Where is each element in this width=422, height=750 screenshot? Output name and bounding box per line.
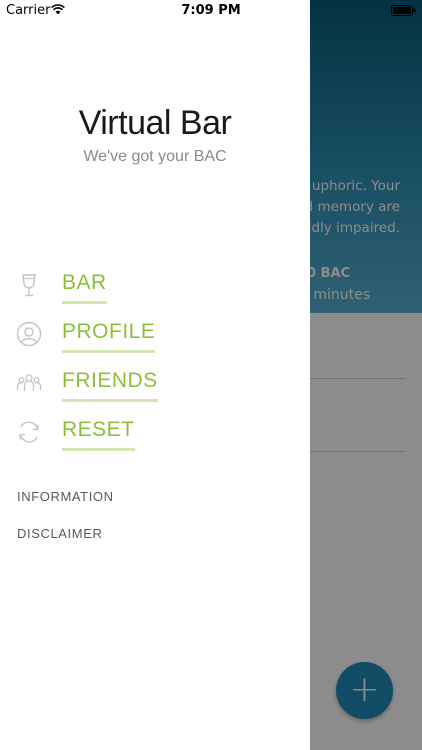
refresh-icon bbox=[19, 421, 39, 443]
status-bar: Carrier 7:09 PM bbox=[0, 0, 422, 22]
app-title: Virtual Bar bbox=[78, 104, 232, 142]
menu-label: PROFILE bbox=[62, 319, 156, 353]
navigation-drawer: Virtual Bar We've got your BAC BAR PROFI… bbox=[0, 0, 310, 750]
wine-glass-icon bbox=[22, 274, 36, 297]
battery-icon bbox=[391, 5, 416, 16]
clock: 7:09 PM bbox=[181, 3, 241, 18]
app-tagline: We've got your BAC bbox=[83, 148, 227, 165]
menu-item-friends[interactable]: FRIENDS bbox=[0, 364, 310, 408]
menu-label: FRIENDS bbox=[62, 368, 158, 402]
menu-label: RESET bbox=[62, 417, 135, 451]
disclaimer-link[interactable]: DISCLAIMER bbox=[17, 526, 102, 541]
friends-icon bbox=[16, 374, 42, 391]
menu-item-reset[interactable]: RESET bbox=[0, 413, 310, 457]
menu-label: BAR bbox=[62, 270, 107, 304]
menu-item-bar[interactable]: BAR bbox=[0, 266, 310, 310]
user-icon bbox=[16, 321, 42, 347]
screen: uphoric. Your d memory are ldly impaired… bbox=[0, 0, 422, 750]
menu-item-profile[interactable]: PROFILE bbox=[0, 315, 310, 359]
information-link[interactable]: INFORMATION bbox=[17, 489, 114, 504]
